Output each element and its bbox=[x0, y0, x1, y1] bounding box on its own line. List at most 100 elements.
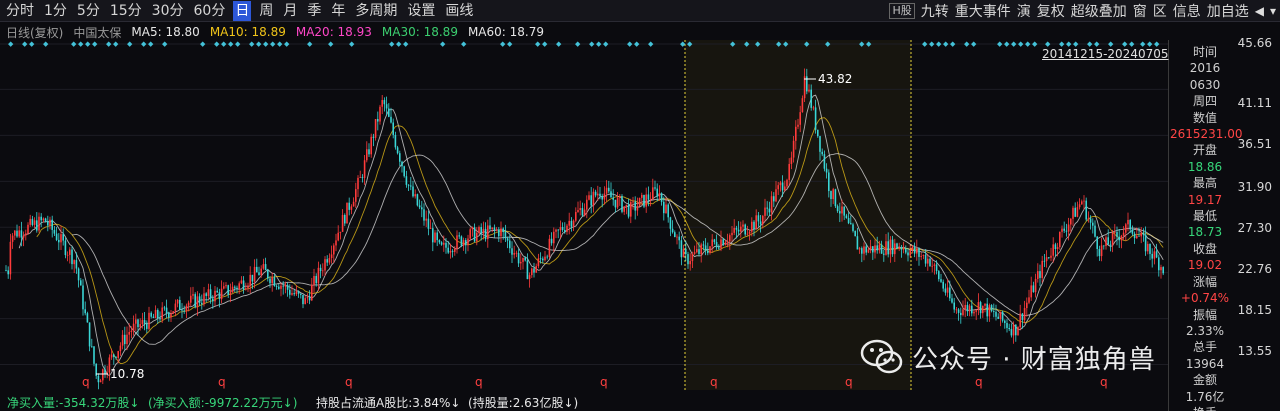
ma-line bbox=[36, 117, 1164, 364]
candle-body bbox=[610, 191, 612, 198]
jiuzhuan-button[interactable]: 九转 bbox=[921, 1, 949, 21]
event-marker: ◆ bbox=[1032, 40, 1038, 48]
candle-body bbox=[344, 215, 346, 224]
candle-body bbox=[1078, 204, 1081, 208]
tab-5min[interactable]: 5分 bbox=[75, 1, 102, 21]
q-markers[interactable]: qqqqqqqqq bbox=[82, 375, 1108, 389]
candle-body bbox=[594, 191, 597, 196]
event-marker: ◆ bbox=[776, 40, 782, 48]
candle-body bbox=[823, 154, 826, 169]
tab-15min[interactable]: 15分 bbox=[108, 1, 144, 21]
value-number: 2615231.00 bbox=[1170, 127, 1243, 142]
draw-line-button[interactable]: 画线 bbox=[443, 1, 475, 21]
super-overlay-button[interactable]: 超级叠加 bbox=[1071, 1, 1127, 21]
candle-body bbox=[104, 369, 106, 375]
candle-body bbox=[795, 126, 797, 141]
candle-body bbox=[865, 246, 867, 253]
candle-body bbox=[333, 245, 335, 255]
event-marker: ◆ bbox=[8, 40, 14, 48]
tab-fenshi[interactable]: 分时 bbox=[4, 1, 36, 21]
candle-body bbox=[973, 311, 975, 314]
tab-60min[interactable]: 60分 bbox=[192, 1, 228, 21]
candle-body bbox=[726, 241, 729, 243]
adjust-button[interactable]: 复权 bbox=[1037, 1, 1065, 21]
candle-body bbox=[143, 319, 146, 324]
candle-body bbox=[297, 291, 300, 294]
candle-body bbox=[357, 177, 359, 190]
candle-body bbox=[1061, 228, 1063, 232]
window-button[interactable]: 窗 bbox=[1133, 1, 1147, 21]
q-marker: q bbox=[710, 375, 718, 389]
candle-body bbox=[971, 305, 973, 314]
dropdown-arrow-icon[interactable]: ▾ bbox=[1270, 4, 1276, 18]
info-button[interactable]: 信息 bbox=[1173, 1, 1201, 21]
candle-body bbox=[674, 232, 676, 238]
candle-body bbox=[533, 268, 535, 273]
candle-body bbox=[319, 267, 322, 272]
candle-body bbox=[385, 104, 388, 109]
candle-body bbox=[42, 218, 45, 221]
q-marker: q bbox=[82, 375, 90, 389]
candle-body bbox=[955, 309, 958, 311]
candle-body bbox=[1109, 244, 1112, 246]
candle-body bbox=[531, 268, 533, 276]
candle-body bbox=[302, 294, 304, 305]
candle-body bbox=[872, 246, 874, 253]
candle-body bbox=[1094, 225, 1096, 237]
candle-body bbox=[700, 244, 702, 255]
tab-1min[interactable]: 1分 bbox=[42, 1, 69, 21]
tab-day[interactable]: 日 bbox=[233, 1, 252, 21]
candle-body bbox=[190, 295, 192, 303]
event-marker: ◆ bbox=[936, 40, 942, 48]
h-share-button[interactable]: H股 bbox=[889, 3, 915, 19]
candle-body bbox=[359, 177, 361, 178]
open-label: 开盘 bbox=[1192, 143, 1217, 158]
candle-body bbox=[709, 246, 711, 254]
event-marker: ◆ bbox=[307, 40, 313, 48]
tab-month[interactable]: 月 bbox=[281, 1, 299, 21]
candle-body bbox=[262, 264, 265, 269]
candle-body bbox=[500, 228, 502, 237]
candle-body bbox=[856, 236, 859, 250]
tab-quarter[interactable]: 季 bbox=[305, 1, 323, 21]
candle-body bbox=[834, 189, 837, 207]
candle-body bbox=[623, 206, 625, 212]
candle-body bbox=[1030, 285, 1032, 298]
tab-week[interactable]: 周 bbox=[257, 1, 275, 21]
candle-body bbox=[64, 240, 67, 256]
tab-year[interactable]: 年 bbox=[329, 1, 347, 21]
demo-button[interactable]: 演 bbox=[1017, 1, 1031, 21]
candle-body bbox=[278, 286, 280, 289]
candle-body bbox=[251, 274, 254, 282]
candle-body bbox=[652, 187, 654, 200]
candle-body bbox=[346, 202, 348, 224]
settings-button[interactable]: 设置 bbox=[405, 1, 437, 21]
candle-body bbox=[718, 247, 720, 249]
candle-body bbox=[1116, 232, 1118, 237]
candle-body bbox=[621, 196, 623, 212]
event-marker: ◆ bbox=[603, 40, 609, 48]
tab-30min[interactable]: 30分 bbox=[150, 1, 186, 21]
candle-body bbox=[592, 191, 595, 206]
candle-body bbox=[812, 107, 815, 109]
candle-body bbox=[311, 284, 313, 301]
candle-body bbox=[588, 195, 590, 200]
q-marker: q bbox=[845, 375, 853, 389]
major-events-button[interactable]: 重大事件 bbox=[955, 1, 1011, 21]
candle-body bbox=[786, 179, 788, 187]
candle-body bbox=[293, 293, 295, 295]
candle-body bbox=[216, 290, 218, 293]
candle-body bbox=[511, 248, 513, 255]
candle-body bbox=[539, 258, 542, 260]
candle-body bbox=[77, 268, 80, 281]
tab-multi-period[interactable]: 多周期 bbox=[353, 1, 399, 21]
candle-body bbox=[88, 322, 91, 347]
range-button[interactable]: 区 bbox=[1153, 1, 1167, 21]
collapse-arrow-icon[interactable]: ◀ bbox=[1255, 4, 1264, 18]
candle-body bbox=[454, 248, 456, 252]
candle-body bbox=[304, 298, 306, 305]
period-toolbar: 分时 1分 5分 15分 30分 60分 日 周 月 季 年 多周期 设置 画线… bbox=[0, 0, 1280, 22]
event-marker: ◆ bbox=[680, 40, 686, 48]
date-range-label[interactable]: 20141215-20240705 bbox=[1042, 47, 1169, 61]
add-watchlist-button[interactable]: 加自选 bbox=[1207, 1, 1249, 21]
